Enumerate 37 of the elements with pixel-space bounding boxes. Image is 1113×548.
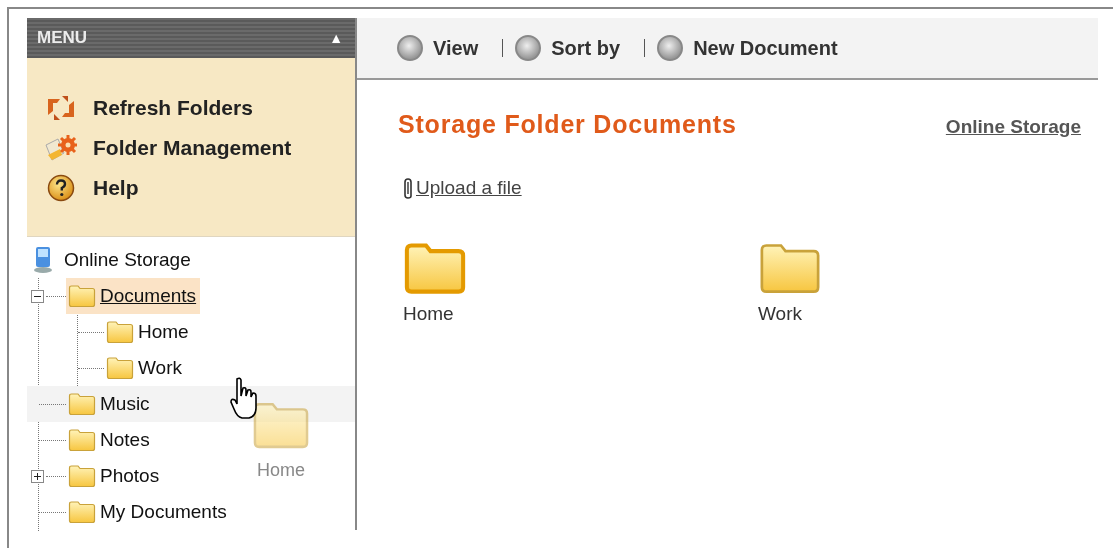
upload-link[interactable]: Upload a file: [416, 177, 522, 199]
folder-icon: [68, 464, 96, 488]
tree-item[interactable]: Work: [138, 357, 182, 379]
radio-icon: [515, 35, 542, 61]
radio-icon: [657, 35, 684, 61]
help-icon: [47, 174, 75, 202]
tree-root[interactable]: Online Storage: [64, 249, 191, 271]
folder-icon: [68, 500, 96, 524]
tree-item[interactable]: Notes: [100, 429, 150, 451]
radio-icon: [397, 35, 423, 61]
collapse-toggle[interactable]: [31, 289, 44, 303]
collapse-button[interactable]: ▲: [329, 30, 343, 46]
menu-item[interactable]: Help: [93, 176, 139, 200]
toolbar-button[interactable]: New Document: [657, 35, 838, 61]
drag-label: Home: [257, 460, 305, 481]
folder-label[interactable]: Work: [758, 303, 1113, 325]
folder-icon: [106, 356, 134, 380]
tree-item[interactable]: Home: [138, 321, 189, 343]
toolbar-button[interactable]: Sort by: [515, 35, 621, 61]
tree-item[interactable]: My Documents: [100, 501, 227, 523]
folder-icon: [68, 284, 96, 308]
computer-icon: [32, 246, 54, 274]
breadcrumb-link[interactable]: Online Storage: [945, 116, 1081, 138]
folder-icon: [106, 320, 134, 344]
folder-gear-icon: [44, 133, 78, 163]
expand-toggle[interactable]: [31, 469, 44, 483]
folder-label[interactable]: Home: [403, 303, 758, 325]
tree-item[interactable]: Photos: [100, 465, 160, 487]
tree-item[interactable]: Music: [100, 393, 150, 415]
paperclip-icon: [402, 177, 414, 199]
folder-icon: [68, 392, 96, 416]
menu-item[interactable]: Folder Management: [93, 136, 292, 160]
page-title: Storage Folder Documents: [398, 110, 737, 139]
toolbar-button[interactable]: View: [397, 35, 479, 61]
menu-item[interactable]: Refresh Folders: [93, 96, 253, 120]
folder-icon: [68, 428, 96, 452]
menu-title: MENU: [37, 28, 88, 48]
